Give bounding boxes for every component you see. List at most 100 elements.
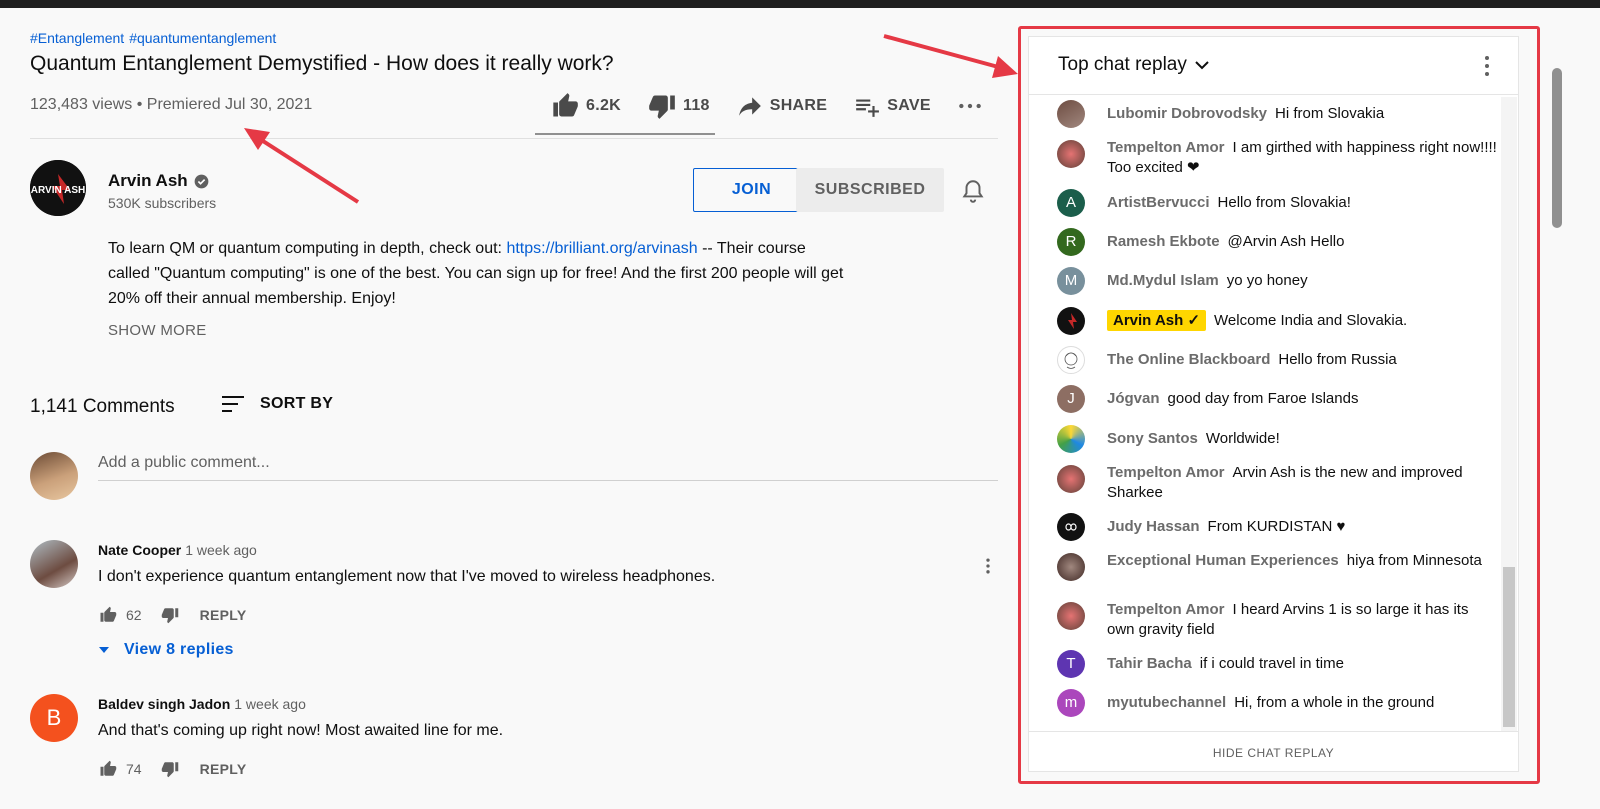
chat-header: Top chat replay <box>1029 37 1518 95</box>
comment-input-underline <box>98 480 998 481</box>
chat-avatar[interactable]: m <box>1057 689 1085 717</box>
chat-author[interactable]: Jógvan <box>1107 390 1160 407</box>
hashtag-link[interactable]: #Entanglement <box>30 30 124 46</box>
notification-bell-button[interactable] <box>960 178 986 209</box>
more-actions-button[interactable] <box>957 93 989 119</box>
sort-icon <box>222 396 244 412</box>
comment-time[interactable]: 1 week ago <box>234 696 306 712</box>
comment-author[interactable]: Nate Cooper <box>98 542 181 558</box>
verified-check-icon <box>194 174 209 188</box>
thumb-up-icon[interactable] <box>98 760 118 778</box>
chat-avatar[interactable]: A <box>1057 189 1085 217</box>
comment-menu-button[interactable] <box>978 554 998 583</box>
chat-author[interactable]: The Online Blackboard <box>1107 351 1270 368</box>
chat-replay-panel: Top chat replay Lubomir Dobrovodsky Hi fr… <box>1028 36 1519 772</box>
more-vertical-icon <box>1485 56 1489 76</box>
chat-avatar[interactable] <box>1057 553 1085 581</box>
channel-avatar[interactable]: ARVIN ASH <box>30 160 86 216</box>
chat-scrollbar-thumb[interactable] <box>1503 567 1515 727</box>
share-button[interactable]: SHARE <box>736 93 828 119</box>
description-link[interactable]: https://brilliant.org/arvinash <box>506 240 697 257</box>
chat-author[interactable]: ArtistBervucci <box>1107 194 1210 211</box>
chat-text: Hello from Russia <box>1278 351 1397 368</box>
chat-author[interactable]: Tempelton Amor <box>1107 464 1225 481</box>
thumb-up-icon[interactable] <box>98 606 118 624</box>
reply-button[interactable]: REPLY <box>200 761 247 777</box>
divider <box>30 138 998 139</box>
playlist-add-icon <box>856 99 880 117</box>
view-replies-button[interactable]: View 8 replies <box>98 641 234 659</box>
subscriber-count: 530K subscribers <box>108 195 217 211</box>
channel-logo-icon <box>1068 313 1077 329</box>
chat-avatar[interactable]: T <box>1057 650 1085 678</box>
comment-like-count: 74 <box>126 761 142 777</box>
page-scrollbar-thumb[interactable] <box>1552 68 1562 228</box>
chat-author[interactable]: Tahir Bacha <box>1107 655 1192 672</box>
chat-text: Welcome India and Slovakia. <box>1214 312 1408 329</box>
chat-avatar[interactable] <box>1057 425 1085 453</box>
more-horizontal-icon <box>958 103 981 109</box>
chat-author[interactable]: Ramesh Ekbote <box>1107 233 1220 250</box>
chevron-down-icon <box>1195 61 1209 70</box>
comment-avatar[interactable]: B <box>30 694 78 742</box>
bell-icon <box>962 180 984 203</box>
thumb-down-icon[interactable] <box>160 606 180 624</box>
chat-menu-button[interactable] <box>1482 54 1492 83</box>
chat-avatar[interactable] <box>1057 140 1085 168</box>
add-comment-input[interactable]: Add a public comment... <box>98 454 270 472</box>
comment-time[interactable]: 1 week ago <box>185 542 257 558</box>
chat-text: Hi, from a whole in the ground <box>1234 694 1435 711</box>
join-button[interactable]: JOIN <box>693 168 810 212</box>
chat-author[interactable]: Tempelton Amor <box>1107 601 1225 618</box>
like-button[interactable]: 6.2K <box>550 92 621 120</box>
annotation-arrow-icon <box>883 34 1018 78</box>
thumb-down-icon[interactable] <box>160 760 180 778</box>
comment-text: I don't experience quantum entanglement … <box>98 568 716 585</box>
channel-logo-icon: ARVIN ASH <box>30 160 86 216</box>
chat-text: Hi from Slovakia <box>1275 105 1385 122</box>
hashtag-link[interactable]: #quantumentanglement <box>129 30 276 46</box>
save-button[interactable]: SAVE <box>853 93 931 119</box>
chat-avatar[interactable] <box>1057 602 1085 630</box>
comments-count: 1,141 Comments <box>30 396 175 417</box>
chat-avatar[interactable] <box>1057 100 1085 128</box>
comment-avatar[interactable] <box>30 540 78 588</box>
chat-author[interactable]: Tempelton Amor <box>1107 139 1225 156</box>
chat-text: Hello from Slovakia! <box>1217 194 1351 211</box>
like-count: 6.2K <box>586 97 621 114</box>
sort-by-button[interactable]: SORT BY <box>222 394 333 414</box>
chat-avatar[interactable] <box>1057 513 1085 541</box>
video-details: #Entanglement #quantumentanglement Quantu… <box>30 8 1018 809</box>
comment-author[interactable]: Baldev singh Jadon <box>98 696 230 712</box>
chat-text: yo yo honey <box>1226 272 1308 289</box>
chat-avatar[interactable] <box>1057 465 1085 493</box>
chat-avatar[interactable]: J <box>1057 385 1085 413</box>
chat-avatar[interactable]: M <box>1057 267 1085 295</box>
current-user-avatar <box>30 452 78 500</box>
chat-author[interactable]: Lubomir Dobrovodsky <box>1107 105 1267 122</box>
dislike-button[interactable]: 118 <box>647 92 710 120</box>
chat-author[interactable]: myutubechannel <box>1107 694 1226 711</box>
show-more-button[interactable]: SHOW MORE <box>108 322 207 339</box>
share-icon <box>738 97 761 116</box>
reply-button[interactable]: REPLY <box>200 607 247 623</box>
thumb-down-icon <box>649 95 675 119</box>
chat-avatar[interactable]: R <box>1057 228 1085 256</box>
comment-like-count: 62 <box>126 607 142 623</box>
comment-actions: 62 REPLY <box>98 606 246 624</box>
chat-author[interactable]: Judy Hassan <box>1107 518 1200 535</box>
chat-author[interactable]: Sony Santos <box>1107 430 1198 447</box>
chat-text: good day from Faroe Islands <box>1167 390 1359 407</box>
chat-avatar[interactable] <box>1057 307 1085 335</box>
chat-author[interactable]: Md.Mydul Islam <box>1107 272 1219 289</box>
owner-badge[interactable]: Arvin Ash ✓ <box>1107 310 1207 331</box>
hashtags: #Entanglement #quantumentanglement <box>30 30 281 46</box>
thumb-up-icon <box>553 93 578 117</box>
chat-author[interactable]: Exceptional Human Experiences <box>1107 552 1339 569</box>
hide-chat-replay-button[interactable]: HIDE CHAT REPLAY <box>1029 746 1518 760</box>
annotation-arrow-icon <box>244 128 360 204</box>
channel-name[interactable]: Arvin Ash <box>108 171 209 191</box>
subscribed-button[interactable]: SUBSCRIBED <box>796 168 944 212</box>
chat-mode-dropdown[interactable]: Top chat replay <box>1058 54 1209 76</box>
chat-avatar[interactable] <box>1057 346 1085 374</box>
